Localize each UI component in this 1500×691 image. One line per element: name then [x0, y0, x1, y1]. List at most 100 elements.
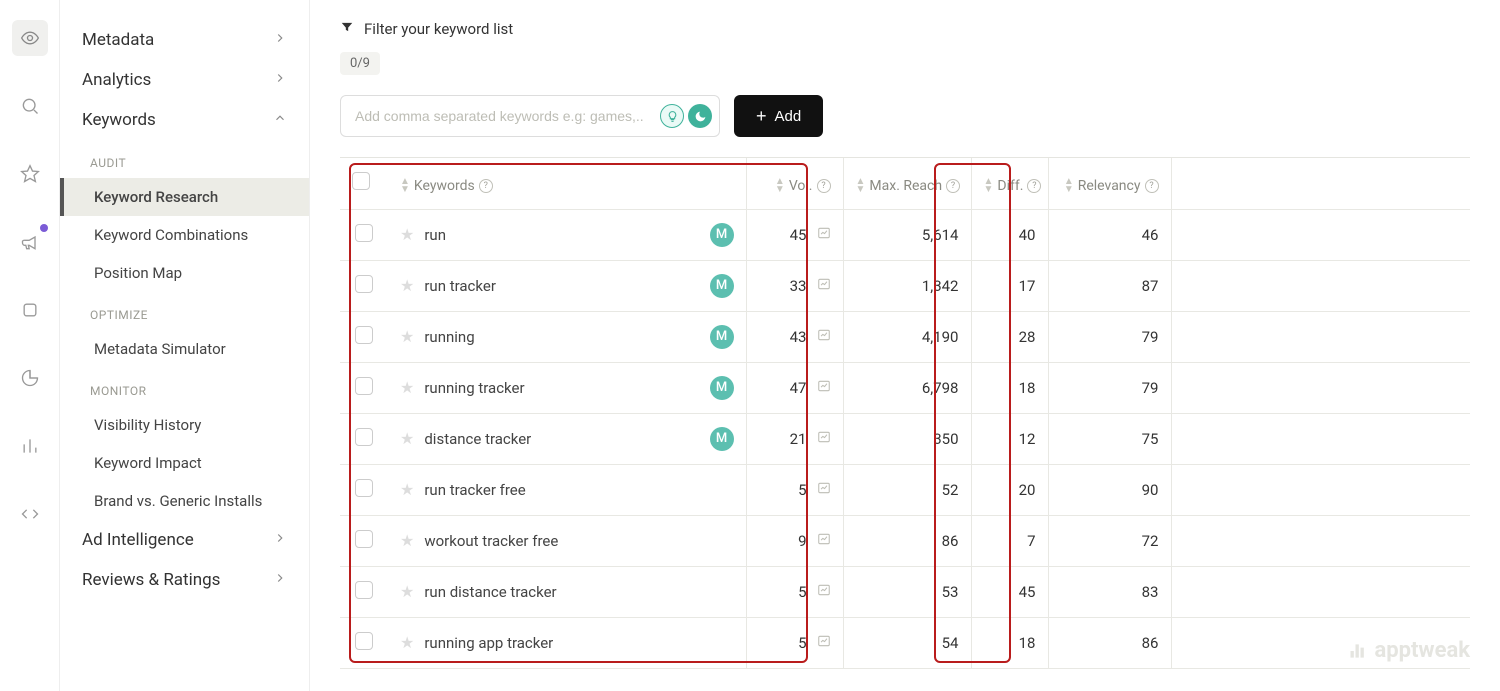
bar-chart-icon[interactable]: [12, 428, 48, 464]
add-keywords-row: + Add: [340, 95, 1470, 137]
nav-item-reviews-ratings[interactable]: Reviews & Ratings: [60, 560, 309, 600]
chevron-up-icon: [273, 110, 287, 130]
star-icon[interactable]: ★: [400, 225, 414, 244]
cell-rel: 79: [1048, 362, 1171, 413]
cell-diff: 45: [971, 566, 1048, 617]
nav-group-label: OPTIMIZE: [60, 292, 309, 330]
star-icon[interactable]: ★: [400, 633, 414, 652]
nav-item-metadata[interactable]: Metadata: [60, 20, 309, 60]
trend-chart-icon[interactable]: [817, 430, 831, 448]
star-icon[interactable]: ★: [400, 480, 414, 499]
trend-chart-icon[interactable]: [817, 532, 831, 550]
add-button-label: Add: [775, 108, 802, 125]
cell-rel: 86: [1048, 617, 1171, 668]
nav-sub-visibility-history[interactable]: Visibility History: [60, 406, 309, 444]
star-icon[interactable]: ★: [400, 276, 414, 295]
table-row: ★running app tracker5541886: [340, 617, 1470, 668]
header-diff[interactable]: ▲▼Diff. ?: [971, 158, 1048, 209]
nav-sub-keyword-combinations[interactable]: Keyword Combinations: [60, 216, 309, 254]
nav-group-label: MONITOR: [60, 368, 309, 406]
cell-keyword: ★distance trackerM: [388, 413, 746, 464]
filter-icon: [340, 20, 354, 38]
row-checkbox[interactable]: [340, 617, 388, 668]
nav-item-analytics[interactable]: Analytics: [60, 60, 309, 100]
pie-icon[interactable]: [12, 360, 48, 396]
nav-sub-metadata-simulator[interactable]: Metadata Simulator: [60, 330, 309, 368]
cell-spacer: [1171, 617, 1470, 668]
trend-chart-icon[interactable]: [817, 481, 831, 499]
search-icon[interactable]: [12, 88, 48, 124]
row-checkbox[interactable]: [340, 311, 388, 362]
nav-sub-position-map[interactable]: Position Map: [60, 254, 309, 292]
star-icon[interactable]: ★: [400, 582, 414, 601]
nav-item-keywords[interactable]: Keywords: [60, 100, 309, 140]
cell-reach: 53: [843, 566, 971, 617]
nav-sub-brand-vs-generic-installs[interactable]: Brand vs. Generic Installs: [60, 482, 309, 520]
keyword-table-wrap: ▲▼Keywords ? ▲▼Vol. ? ▲▼Max. Reach ? ▲▼D…: [340, 157, 1470, 669]
cell-vol: 5: [746, 617, 843, 668]
row-checkbox[interactable]: [340, 566, 388, 617]
metadata-badge: M: [710, 274, 734, 298]
notification-badge: [40, 224, 48, 232]
trend-chart-icon[interactable]: [817, 277, 831, 295]
star-icon[interactable]: ★: [400, 378, 414, 397]
bulb-icon[interactable]: [660, 104, 684, 128]
header-spacer: [1171, 158, 1470, 209]
table-row: ★run trackerM331,3421787: [340, 260, 1470, 311]
cell-rel: 87: [1048, 260, 1171, 311]
filter-row[interactable]: Filter your keyword list: [340, 20, 1470, 38]
cell-spacer: [1171, 311, 1470, 362]
star-icon[interactable]: ★: [400, 429, 414, 448]
row-checkbox[interactable]: [340, 362, 388, 413]
cell-diff: 28: [971, 311, 1048, 362]
header-keywords[interactable]: ▲▼Keywords ?: [388, 158, 746, 209]
cell-rel: 46: [1048, 209, 1171, 260]
header-vol[interactable]: ▲▼Vol. ?: [746, 158, 843, 209]
trend-chart-icon[interactable]: [817, 379, 831, 397]
star-icon[interactable]: ★: [400, 327, 414, 346]
moon-icon[interactable]: [688, 104, 712, 128]
help-icon[interactable]: ?: [479, 179, 493, 193]
header-checkbox[interactable]: [340, 158, 388, 209]
row-checkbox[interactable]: [340, 515, 388, 566]
help-icon[interactable]: ?: [1145, 179, 1159, 193]
square-icon[interactable]: [12, 292, 48, 328]
eye-icon[interactable]: [12, 20, 48, 56]
nav-group-label: AUDIT: [60, 140, 309, 178]
help-icon[interactable]: ?: [817, 179, 831, 193]
help-icon[interactable]: ?: [1027, 179, 1041, 193]
chevron-right-icon: [273, 570, 287, 590]
nav-item-label: Reviews & Ratings: [82, 570, 220, 590]
cell-vol: 9: [746, 515, 843, 566]
header-reach[interactable]: ▲▼Max. Reach ?: [843, 158, 971, 209]
cell-reach: 1,342: [843, 260, 971, 311]
cell-vol: 43: [746, 311, 843, 362]
keyword-text: run tracker free: [424, 481, 525, 499]
trend-chart-icon[interactable]: [817, 226, 831, 244]
row-checkbox[interactable]: [340, 209, 388, 260]
cell-spacer: [1171, 413, 1470, 464]
star-icon[interactable]: [12, 156, 48, 192]
nav-sub-keyword-impact[interactable]: Keyword Impact: [60, 444, 309, 482]
trend-chart-icon[interactable]: [817, 328, 831, 346]
star-icon[interactable]: ★: [400, 531, 414, 550]
code-icon[interactable]: [12, 496, 48, 532]
nav-item-label: Analytics: [82, 70, 151, 90]
megaphone-icon[interactable]: [12, 224, 48, 260]
nav-item-ad-intelligence[interactable]: Ad Intelligence: [60, 520, 309, 560]
table-row: ★distance trackerM213501275: [340, 413, 1470, 464]
header-rel[interactable]: ▲▼Relevancy ?: [1048, 158, 1171, 209]
cell-spacer: [1171, 566, 1470, 617]
table-row: ★running trackerM476,7981879: [340, 362, 1470, 413]
trend-chart-icon[interactable]: [817, 634, 831, 652]
cell-diff: 40: [971, 209, 1048, 260]
row-checkbox[interactable]: [340, 413, 388, 464]
nav-sub-keyword-research[interactable]: Keyword Research: [60, 178, 309, 216]
row-checkbox[interactable]: [340, 260, 388, 311]
add-button[interactable]: + Add: [734, 95, 823, 137]
trend-chart-icon[interactable]: [817, 583, 831, 601]
help-icon[interactable]: ?: [946, 179, 960, 193]
cell-rel: 75: [1048, 413, 1171, 464]
nav-item-label: Keywords: [82, 110, 156, 130]
row-checkbox[interactable]: [340, 464, 388, 515]
